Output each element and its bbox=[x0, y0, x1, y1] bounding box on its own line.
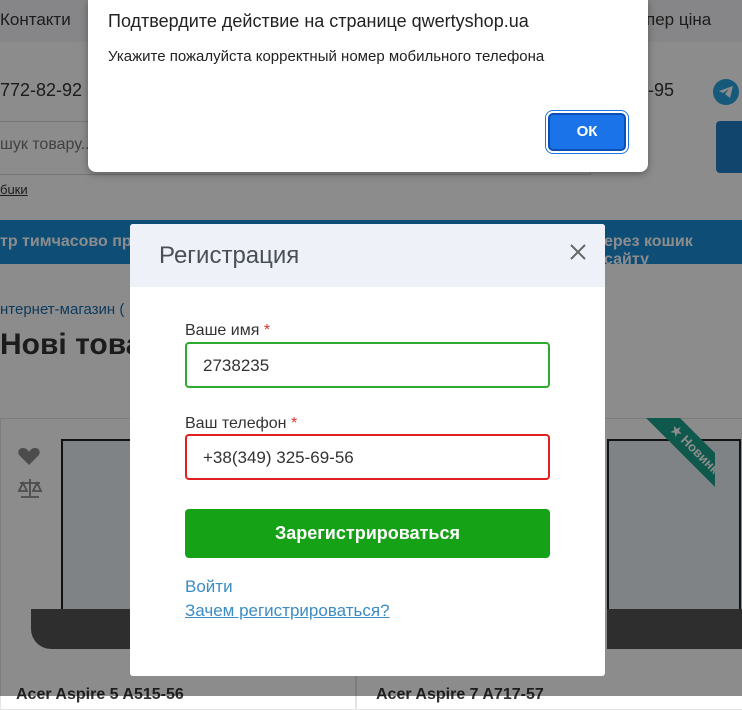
modal-header: Регистрация bbox=[130, 224, 605, 287]
alert-message: Укажите пожалуйста корректный номер моби… bbox=[108, 48, 545, 65]
browser-alert-dialog: Подтвердите действие на странице qwertys… bbox=[88, 0, 648, 172]
registration-modal: Регистрация Ваше имя * 2738235 Ваш телеф… bbox=[130, 224, 605, 676]
name-label-text: Ваше имя bbox=[185, 322, 260, 339]
name-label: Ваше имя * bbox=[185, 322, 270, 340]
required-mark: * bbox=[290, 415, 298, 432]
ok-button[interactable]: ОК bbox=[548, 113, 626, 151]
alert-title: Подтвердите действие на странице qwertys… bbox=[108, 11, 529, 31]
close-icon[interactable] bbox=[567, 241, 589, 263]
required-mark: * bbox=[263, 322, 271, 339]
phone-label-text: Ваш телефон bbox=[185, 415, 287, 432]
why-register-link[interactable]: Зачем регистрироваться? bbox=[185, 601, 390, 621]
register-button[interactable]: Зарегистрироваться bbox=[185, 509, 550, 558]
phone-field[interactable]: +38(349) 325-69-56 bbox=[185, 434, 550, 480]
phone-label: Ваш телефон * bbox=[185, 415, 297, 433]
login-link[interactable]: Войти bbox=[185, 577, 233, 597]
name-field[interactable]: 2738235 bbox=[185, 342, 550, 388]
modal-title: Регистрация bbox=[159, 242, 300, 269]
